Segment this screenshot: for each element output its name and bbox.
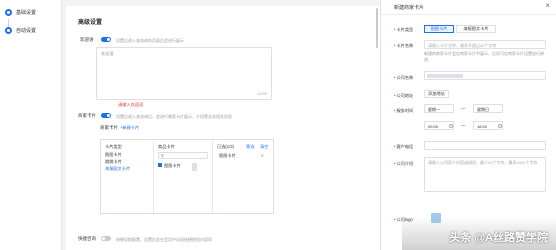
card-type-item[interactable]: 海报图文卡片	[105, 166, 130, 172]
address-label: 公司地址	[394, 93, 413, 99]
card-picker: 卡片类型 图图卡片 跳跳卡片 海报图文卡片 商品卡片 ⚲ 图图卡片 已选(1/3…	[100, 139, 274, 214]
step-nav: 基础设置 自动设置	[0, 0, 62, 250]
page-title: 高级设置	[78, 20, 103, 26]
welcome-textarea[interactable]: 欢迎语 0/150	[96, 47, 272, 100]
card-type-label: 卡片类型	[394, 27, 413, 33]
quick-menu-hint: 快捷导航配置，设置后会在会话中出现快捷按钮内容项	[116, 236, 212, 242]
drawer-divider	[381, 14, 556, 15]
card-name-label: 卡片名称	[394, 43, 413, 49]
close-icon[interactable]: ×	[545, 2, 550, 10]
new-card-drawer: 新建商家卡片 × 卡片类型 图图卡片 海报图文卡片 卡片名称 请输入卡片名称，最…	[380, 0, 556, 250]
advanced-settings-panel: 高级设置 欢迎语 设置后进入该咨询的页面后会进行展示 欢迎语 0/150 请输入…	[66, 6, 380, 250]
card-list-item[interactable]: 图图卡片	[164, 163, 181, 169]
selected-card-item: 图图卡片	[219, 153, 236, 158]
drawer-title: 新建商家卡片	[394, 5, 425, 11]
card-search-input[interactable]: ⚲	[158, 152, 208, 159]
checkbox-checked-icon[interactable]	[158, 163, 162, 167]
quick-menu-toggle[interactable]	[101, 236, 111, 241]
selected-header: 已选(1/3)	[217, 144, 234, 149]
step-dot-icon	[5, 27, 12, 34]
card-list-header: 商品卡片	[158, 144, 175, 149]
step-label: 基础设置	[16, 10, 37, 16]
watermark: 头条 @A丝路赞学院	[449, 232, 548, 244]
company-value-redacted	[427, 73, 463, 78]
service-card-hint: 设置后进入该咨询后，会进行商家卡片展示，介绍等业务相关信息	[116, 113, 232, 119]
business-hours-label: 服务时间	[394, 108, 413, 114]
step-auto-settings[interactable]: 自动设置	[5, 27, 36, 34]
clock-icon	[498, 123, 502, 128]
card-type-item[interactable]: 图图卡片	[105, 152, 122, 158]
start-day-select[interactable]: 星期一	[424, 104, 454, 113]
clock-icon	[449, 123, 453, 128]
filter-link[interactable]: 筛选	[246, 144, 254, 150]
company-label: 公司名称	[394, 75, 413, 81]
step-label: 自动设置	[16, 28, 37, 34]
card-thumbnail	[192, 163, 197, 171]
main-scrollbar[interactable]	[376, 8, 378, 48]
intro-textarea[interactable]: 请输入公司简介内容或描述，最少20个字符，最多4000个字符	[424, 157, 546, 192]
welcome-counter: 0/150	[257, 92, 267, 96]
card-name-hint: 新建的商家卡片会在商家卡片中展示，后续可在商家卡片设置进行修改	[424, 51, 544, 62]
end-day-select[interactable]: 星期日	[473, 104, 503, 113]
card-type-option-graphic[interactable]: 图图卡片	[424, 25, 454, 33]
welcome-toggle[interactable]	[101, 37, 111, 42]
step-dot-icon	[5, 9, 12, 16]
card-type-column: 卡片类型 图图卡片 跳跳卡片 海报图文卡片	[101, 140, 153, 213]
clear-link[interactable]: 清空	[260, 144, 268, 150]
welcome-hint: 设置后进入该咨询的页面后会进行展示	[116, 37, 184, 43]
welcome-error: 请输入欢迎语	[118, 102, 144, 107]
service-card-toggle[interactable]	[101, 113, 111, 118]
welcome-placeholder: 欢迎语	[101, 51, 114, 56]
card-list-column: 商品卡片 ⚲ 图图卡片	[154, 140, 212, 213]
search-icon: ⚲	[161, 153, 164, 158]
range-dash: —	[461, 106, 466, 111]
quick-menu-label: 快捷咨询	[78, 236, 96, 241]
card-type-header: 卡片类型	[105, 144, 122, 149]
phone-input[interactable]	[424, 141, 546, 150]
add-address-button[interactable]: 添加地址	[424, 90, 449, 98]
intro-label: 公司介绍	[394, 161, 413, 167]
remove-icon[interactable]: ×	[261, 153, 264, 158]
card-name-input[interactable]: 请输入卡片名称，最多不超过40个字符	[424, 40, 546, 49]
selected-column: 已选(1/3) 筛选 清空 图图卡片 ×	[213, 140, 275, 213]
add-card-link[interactable]: +新建卡片	[120, 125, 139, 131]
card-type-option-poster[interactable]: 海报图文卡片	[456, 25, 496, 33]
card-type-item[interactable]: 跳跳卡片	[105, 159, 122, 165]
phone-label: 客户电话	[394, 144, 413, 150]
welcome-label: 欢迎语	[80, 37, 94, 42]
step-basic-settings[interactable]: 基础设置	[5, 9, 36, 16]
service-card-label: 商家卡片	[78, 113, 96, 118]
range-dash: —	[461, 123, 466, 128]
card-section-label: 商家卡片	[100, 125, 118, 130]
